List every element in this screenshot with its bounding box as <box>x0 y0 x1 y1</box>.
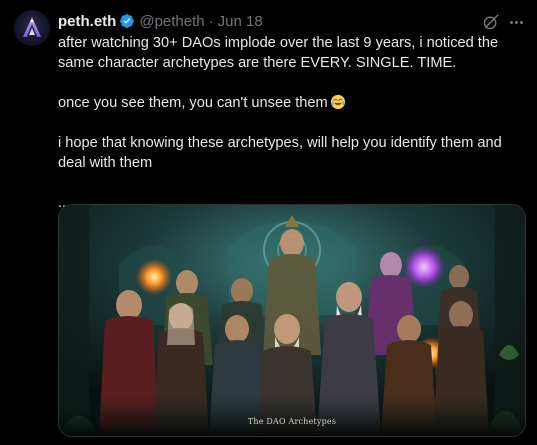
tweet-text: after watching 30+ DAOs implode over the… <box>58 33 528 213</box>
face-with-tears-of-joy-icon <box>330 94 345 110</box>
grok-icon[interactable] <box>482 13 500 31</box>
tweet-media-image[interactable]: The DAO Archetypes <box>58 204 526 437</box>
tweet-paragraph-1: after watching 30+ DAOs implode over the… <box>58 35 499 71</box>
tweet-header: peth.eth @petheth · Jun 18 <box>58 11 263 31</box>
media-caption: The DAO Archetypes <box>247 417 337 426</box>
post-date[interactable]: Jun 18 <box>218 13 263 30</box>
verified-badge-icon[interactable] <box>119 13 135 29</box>
tweet[interactable]: peth.eth @petheth · Jun 18 after watchin… <box>0 0 537 445</box>
separator-dot: · <box>208 12 214 30</box>
tweet-paragraph-2: once you see them, you can't unsee them <box>58 93 528 113</box>
avatar-logo <box>23 17 41 37</box>
tweet-paragraph-3: i hope that knowing these archetypes, wi… <box>58 135 502 171</box>
author-handle[interactable]: @petheth <box>139 13 204 30</box>
author-name[interactable]: peth.eth <box>58 13 116 30</box>
more-options-icon[interactable] <box>506 12 526 32</box>
avatar[interactable] <box>14 10 50 46</box>
tweet-paragraph-2-text: once you see them, you can't unsee them <box>58 95 328 111</box>
dao-archetypes-illustration <box>59 205 525 436</box>
